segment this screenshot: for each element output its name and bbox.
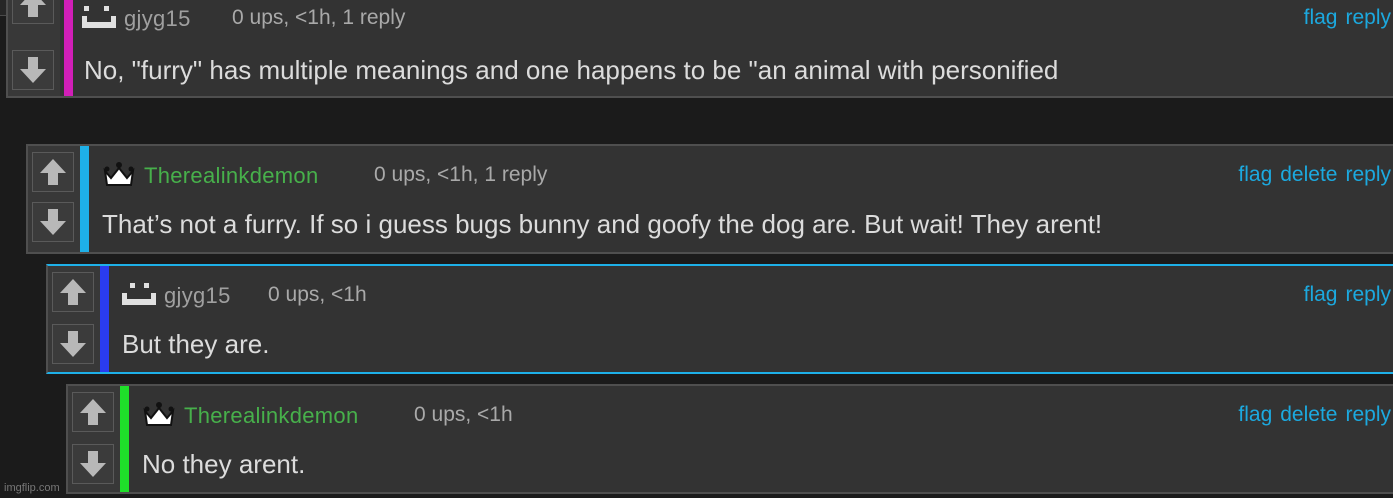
- vote-column: [68, 386, 120, 492]
- comment-text: No, "furry" has multiple meanings and on…: [84, 55, 1059, 96]
- flag-link[interactable]: flag: [1238, 163, 1272, 186]
- thread-accent-bar: [80, 146, 89, 252]
- flag-link[interactable]: flag: [1304, 6, 1338, 29]
- upvote-button[interactable]: [72, 392, 114, 432]
- reply-link[interactable]: reply: [1345, 163, 1391, 186]
- flag-link[interactable]: flag: [1304, 283, 1338, 306]
- upvote-button[interactable]: [12, 0, 54, 24]
- comment-actions: flag delete reply: [1230, 163, 1391, 187]
- comment: Therealinkdemon 0 ups, <1h flag delete rep…: [66, 384, 1393, 494]
- comment-text: No they arent.: [142, 449, 306, 479]
- vote-column: [28, 146, 80, 252]
- username-link[interactable]: gjyg15: [164, 283, 231, 309]
- watermark: imgflip.com: [4, 482, 60, 494]
- reply-link[interactable]: reply: [1345, 283, 1391, 306]
- downvote-button[interactable]: [12, 50, 54, 90]
- comment: Therealinkdemon 0 ups, <1h, 1 reply flag…: [26, 144, 1393, 254]
- comment: gjyg15 0 ups, <1h flag reply But they are…: [46, 264, 1393, 374]
- comment-meta: 0 ups, <1h: [414, 403, 513, 426]
- thread-accent-bar: [120, 386, 129, 492]
- arrow-down-icon: [20, 57, 46, 83]
- delete-link[interactable]: delete: [1280, 403, 1337, 426]
- pixel-face-icon: [122, 281, 160, 307]
- arrow-down-icon: [60, 331, 86, 357]
- crown-icon: [142, 401, 176, 427]
- comment-meta: 0 ups, <1h, 1 reply: [374, 163, 548, 186]
- arrow-up-icon: [20, 0, 46, 17]
- comment-text: But they are.: [122, 329, 270, 359]
- downvote-button[interactable]: [32, 202, 74, 242]
- username-link[interactable]: gjyg15: [124, 6, 191, 32]
- crown-icon: [102, 161, 136, 187]
- comment-actions: flag reply: [1296, 6, 1391, 30]
- arrow-down-icon: [40, 209, 66, 235]
- downvote-button[interactable]: [52, 324, 94, 364]
- comment-meta: 0 ups, <1h, 1 reply: [232, 6, 406, 29]
- pixel-face-icon: [82, 4, 116, 30]
- vote-column: [8, 0, 60, 96]
- comment-actions: flag reply: [1296, 283, 1391, 307]
- upvote-button[interactable]: [32, 152, 74, 192]
- arrow-down-icon: [80, 451, 106, 477]
- vote-column: [48, 266, 100, 372]
- comment: gjyg15 0 ups, <1h, 1 reply flag reply No,…: [6, 0, 1393, 98]
- reply-link[interactable]: reply: [1345, 6, 1391, 29]
- downvote-button[interactable]: [72, 444, 114, 484]
- arrow-up-icon: [60, 279, 86, 305]
- flag-link[interactable]: flag: [1238, 403, 1272, 426]
- delete-link[interactable]: delete: [1280, 163, 1337, 186]
- username-link[interactable]: Therealinkdemon: [144, 163, 318, 189]
- arrow-up-icon: [40, 159, 66, 185]
- username-link[interactable]: Therealinkdemon: [184, 403, 358, 429]
- upvote-button[interactable]: [52, 272, 94, 312]
- thread-accent-bar: [64, 0, 73, 96]
- comment-text: That’s not a furry. If so i guess bugs b…: [102, 209, 1103, 239]
- arrow-up-icon: [80, 399, 106, 425]
- comment-meta: 0 ups, <1h: [268, 283, 367, 306]
- reply-link[interactable]: reply: [1345, 403, 1391, 426]
- thread-accent-bar: [100, 266, 109, 372]
- comment-actions: flag delete reply: [1230, 403, 1391, 427]
